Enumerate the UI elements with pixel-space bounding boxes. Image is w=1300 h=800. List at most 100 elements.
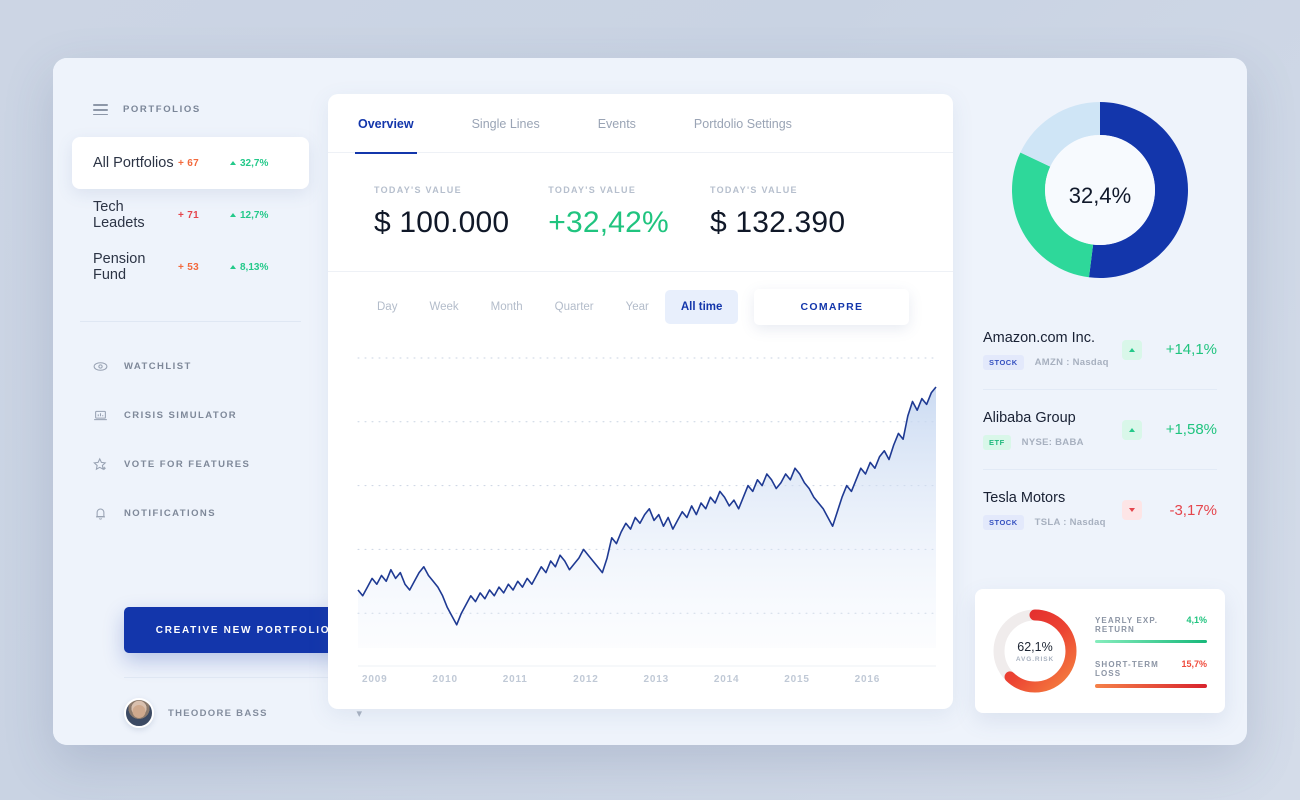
status-badge: ETF: [983, 434, 1011, 450]
portfolio-change: 32,7%: [230, 158, 288, 169]
sidebar-header-label: PORTFOLIOS: [123, 104, 201, 116]
risk-value: 62,1%: [1017, 639, 1053, 654]
x-tick: 2010: [432, 674, 458, 685]
sidebar-item-label: WATCHLIST: [124, 361, 192, 373]
portfolio-name: Pension Fund: [93, 251, 146, 284]
risk-legend: YEARLY EXP. RETURN 4,1% SHORT-TERM LOSS …: [1081, 615, 1211, 688]
stock-change: +1,58%: [1165, 421, 1217, 438]
portfolio-count: + 53: [178, 261, 199, 273]
risk-card[interactable]: 62,1% AVG.RISK YEARLY EXP. RETURN 4,1% S…: [975, 589, 1225, 713]
portfolio-change-value: 8,13%: [240, 261, 269, 273]
portfolio-list: All Portfolios + 67 32,7% Tech Leadets +…: [53, 137, 328, 293]
avatar: [124, 698, 154, 728]
range-all-time[interactable]: All time: [664, 290, 739, 324]
portfolio-change: 8,13%: [230, 262, 288, 273]
portfolio-name: All Portfolios: [93, 155, 174, 172]
stock-ticker: TSLA : Nasdaq: [1034, 517, 1106, 528]
range-quarter[interactable]: Quarter: [539, 290, 610, 324]
list-item[interactable]: Amazon.com Inc. STOCK AMZN : Nasdaq +14,…: [983, 310, 1217, 390]
tab-single-lines[interactable]: Single Lines: [472, 94, 540, 153]
range-day[interactable]: Day: [361, 290, 413, 324]
sidebar-header: PORTFOLIOS: [53, 104, 328, 116]
range-month[interactable]: Month: [475, 290, 539, 324]
sidebar-divider-lower: [124, 677, 362, 678]
tab-bar: Overview Single Lines Events Portdolio S…: [328, 94, 953, 154]
stock-name: Alibaba Group: [983, 409, 1076, 426]
legend-bar: [1095, 639, 1207, 643]
x-tick: 2016: [854, 674, 881, 685]
risk-label: AVG.RISK: [1015, 655, 1055, 663]
range-week[interactable]: Week: [413, 290, 474, 324]
list-item[interactable]: Tesla Motors STOCK TSLA : Nasdaq -3,17%: [983, 470, 1217, 550]
list-item[interactable]: Alibaba Group ETF NYSE: BABA +1,58%: [983, 390, 1217, 470]
star-plus-icon: [93, 457, 108, 472]
sidebar-item-label: VOTE FOR FEATURES: [124, 459, 251, 471]
performance-chart[interactable]: 2009 2010 2011 2012 2013 2014 2015 2016: [328, 342, 953, 712]
sidebar-item-all-portfolios[interactable]: All Portfolios + 67 32,7%: [72, 137, 309, 190]
stat-todays-value-percent: TODAY'S VALUE +32,42%: [509, 185, 669, 240]
dashboard-window: PORTFOLIOS All Portfolios + 67 32,7% Tec…: [53, 58, 1247, 745]
tab-overview[interactable]: Overview: [355, 94, 417, 154]
stat-value: $ 100.000: [374, 205, 510, 239]
stock-name: Amazon.com Inc.: [983, 329, 1096, 346]
sidebar-nav: WATCHLIST CRISIS SIMULATOR VOTE FOR FEAT…: [53, 322, 328, 538]
stat-label: TODAY'S VALUE: [709, 184, 798, 195]
triangle-up-icon: [230, 265, 236, 270]
eye-icon: [93, 359, 108, 374]
stock-ticker: NYSE: BABA: [1021, 436, 1084, 448]
chart-x-axis: 2009 2010 2011 2012 2013 2014 2015 2016: [328, 674, 953, 685]
portfolio-count: + 71: [178, 209, 199, 221]
range-filter-bar: Day Week Month Quarter Year All time COM…: [328, 272, 953, 342]
sidebar-item-watchlist[interactable]: WATCHLIST: [53, 342, 328, 391]
stat-value: $ 132.390: [709, 205, 846, 239]
legend-label: SHORT-TERM LOSS: [1095, 660, 1159, 678]
right-panel: 32,4% Amazon.com Inc. STOCK AMZN : Nasda…: [953, 58, 1247, 745]
legend-label: YEARLY EXP. RETURN: [1095, 615, 1159, 634]
stock-change: -3,17%: [1169, 501, 1217, 519]
allocation-donut-chart[interactable]: 32,4%: [975, 58, 1225, 310]
portfolio-change-value: 32,7%: [240, 157, 269, 169]
stock-change: +14,1%: [1165, 341, 1217, 358]
donut-svg: [1012, 102, 1188, 278]
triangle-up-icon: [230, 161, 236, 166]
tab-events[interactable]: Events: [598, 94, 636, 153]
bell-icon: [93, 506, 108, 521]
compare-button[interactable]: COMAPRE: [754, 289, 910, 325]
hamburger-icon[interactable]: [93, 104, 108, 116]
triangle-up-icon: [230, 213, 236, 218]
x-tick: 2014: [713, 674, 740, 685]
sidebar-item-crisis-simulator[interactable]: CRISIS SIMULATOR: [53, 391, 328, 440]
legend-short-term-loss: SHORT-TERM LOSS 15,7%: [1095, 659, 1207, 688]
status-badge: STOCK: [983, 515, 1024, 530]
line-chart-svg: [357, 357, 937, 667]
user-name: THEODORE BASS: [168, 707, 268, 719]
x-tick: 2011: [502, 674, 528, 685]
triangle-down-icon: [1122, 500, 1142, 520]
portfolio-count: + 67: [178, 157, 199, 169]
tab-portfolio-settings[interactable]: Portdolio Settings: [694, 94, 792, 153]
range-year[interactable]: Year: [610, 290, 665, 324]
sidebar-item-tech-leadets[interactable]: Tech Leadets + 71 12,7%: [72, 189, 309, 241]
stat-todays-value-amount: TODAY'S VALUE $ 100.000: [328, 185, 509, 240]
portfolio-name: Tech Leadets: [93, 199, 145, 232]
legend-value: 4,1%: [1186, 614, 1207, 625]
x-tick: 2012: [573, 674, 599, 685]
user-profile[interactable]: THEODORE BASS ▾: [124, 698, 362, 728]
create-new-portfolio-button[interactable]: CREATIVE NEW PORTFOLIO: [124, 607, 362, 653]
stat-todays-value-total: TODAY'S VALUE $ 132.390: [669, 185, 845, 240]
main-panel: Overview Single Lines Events Portdolio S…: [328, 94, 953, 709]
sidebar-item-label: NOTIFICATIONS: [124, 508, 217, 520]
status-badge: STOCK: [983, 354, 1024, 370]
sidebar-item-pension-fund[interactable]: Pension Fund + 53 8,13%: [72, 241, 309, 293]
sidebar-item-notifications[interactable]: NOTIFICATIONS: [53, 489, 328, 538]
stock-list: Amazon.com Inc. STOCK AMZN : Nasdaq +14,…: [975, 310, 1225, 550]
sidebar-item-vote-for-features[interactable]: VOTE FOR FEATURES: [53, 440, 328, 489]
triangle-up-icon: [1122, 339, 1142, 360]
stat-label: TODAY'S VALUE: [374, 184, 462, 195]
risk-donut-chart: 62,1% AVG.RISK: [989, 605, 1081, 697]
x-tick: 2015: [784, 674, 810, 685]
sidebar-item-label: CRISIS SIMULATOR: [124, 410, 238, 422]
triangle-up-icon: [1122, 419, 1142, 440]
portfolio-change-value: 12,7%: [240, 209, 269, 221]
laptop-icon: [93, 408, 108, 423]
